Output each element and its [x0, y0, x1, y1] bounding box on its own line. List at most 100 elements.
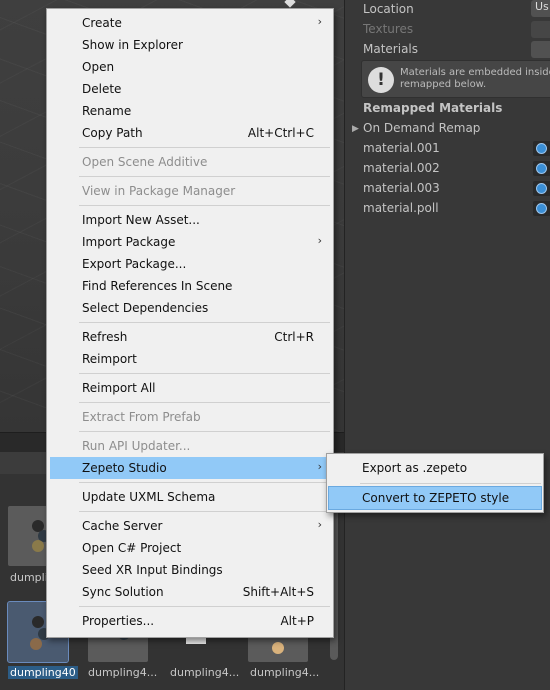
menu-item-label: Delete	[82, 82, 122, 96]
menu-separator	[79, 431, 330, 432]
menu-item-label: Run API Updater...	[82, 439, 191, 453]
menu-separator	[79, 147, 330, 148]
menu-item-label: Seed XR Input Bindings	[82, 563, 223, 577]
on-demand-remap-foldout[interactable]: On Demand Remap	[363, 121, 480, 135]
menu-item-convert-to-zepeto-style[interactable]: Convert to ZEPETO style	[328, 486, 542, 510]
menu-item-delete[interactable]: Delete	[50, 78, 330, 100]
context-menu: Create › Show in Explorer Open Delete Re…	[46, 8, 334, 638]
warning-icon: !	[368, 67, 394, 93]
chevron-right-icon: ›	[317, 234, 322, 247]
menu-item-update-uxml-schema[interactable]: Update UXML Schema	[50, 486, 330, 508]
menu-item-reimport[interactable]: Reimport	[50, 348, 330, 370]
menu-item-label: Open	[82, 60, 115, 74]
light-gizmo-icon[interactable]	[284, 0, 296, 8]
menu-item-label: Zepeto Studio	[82, 461, 167, 475]
textures-label: Textures	[363, 22, 414, 36]
menu-item-shortcut: Alt+Ctrl+C	[247, 126, 314, 140]
menu-item-label: Refresh	[82, 330, 128, 344]
zepeto-studio-submenu: Export as .zepeto Convert to ZEPETO styl…	[326, 453, 544, 513]
menu-item-label: Cache Server	[82, 519, 163, 533]
menu-item-label: Import Package	[82, 235, 176, 249]
menu-item-label: Create	[82, 16, 122, 30]
menu-item-reimport-all[interactable]: Reimport All	[50, 377, 330, 399]
menu-item-open[interactable]: Open	[50, 56, 330, 78]
menu-item-label: Export as .zepeto	[362, 461, 468, 475]
menu-item-find-references[interactable]: Find References In Scene	[50, 275, 330, 297]
menu-item-export-package[interactable]: Export Package...	[50, 253, 330, 275]
asset-label[interactable]: dumpling4...	[170, 666, 239, 679]
location-label: Location	[363, 2, 414, 16]
menu-item-select-dependencies[interactable]: Select Dependencies	[50, 297, 330, 319]
menu-item-create[interactable]: Create ›	[50, 12, 330, 34]
menu-item-run-api-updater: Run API Updater...	[50, 435, 330, 457]
menu-item-label: Export Package...	[82, 257, 187, 271]
menu-item-label: Open Scene Additive	[82, 155, 208, 169]
menu-separator	[79, 482, 330, 483]
menu-item-label: Sync Solution	[82, 585, 164, 599]
menu-item-label: Rename	[82, 104, 132, 118]
menu-item-label: Convert to ZEPETO style	[362, 491, 510, 505]
menu-item-label: Select Dependencies	[82, 301, 209, 315]
asset-label[interactable]: dumpling4...	[250, 666, 319, 679]
object-picker-icon[interactable]	[533, 181, 550, 196]
menu-item-open-csharp-project[interactable]: Open C# Project	[50, 537, 330, 559]
menu-item-export-as-zepeto[interactable]: Export as .zepeto	[329, 457, 541, 479]
remapped-materials-header: Remapped Materials	[363, 101, 503, 115]
info-text: Materials are embedded inside t remapped…	[400, 67, 550, 90]
chevron-right-icon: ›	[317, 518, 322, 531]
menu-item-import-new-asset[interactable]: Import New Asset...	[50, 209, 330, 231]
menu-separator	[79, 322, 330, 323]
chevron-right-icon: ›	[317, 15, 322, 28]
menu-separator	[79, 373, 330, 374]
menu-item-label: Properties...	[82, 614, 155, 628]
materials-label: Materials	[363, 42, 419, 56]
menu-item-shortcut: Shift+Alt+S	[242, 585, 314, 599]
asset-label[interactable]: dumpling4...	[88, 666, 157, 679]
menu-item-label: Find References In Scene	[82, 279, 233, 293]
textures-button[interactable]	[531, 21, 550, 38]
menu-item-import-package[interactable]: Import Package ›	[50, 231, 330, 253]
menu-separator	[79, 176, 330, 177]
menu-item-zepeto-studio[interactable]: Zepeto Studio ›	[50, 457, 330, 479]
menu-item-label: Copy Path	[82, 126, 143, 140]
triangle-right-icon[interactable]: ▶	[352, 124, 359, 134]
menu-item-shortcut: Alt+P	[280, 614, 314, 628]
sphere-icon	[32, 616, 44, 628]
chevron-right-icon: ›	[317, 460, 322, 473]
menu-item-shortcut: Ctrl+R	[274, 330, 314, 344]
menu-item-label: Show in Explorer	[82, 38, 183, 52]
menu-item-copy-path[interactable]: Copy Path Alt+Ctrl+C	[50, 122, 330, 144]
menu-item-cache-server[interactable]: Cache Server ›	[50, 515, 330, 537]
sphere-icon	[272, 642, 284, 654]
menu-item-label: Extract From Prefab	[82, 410, 201, 424]
menu-item-label: Reimport All	[82, 381, 156, 395]
menu-item-seed-xr-input-bindings[interactable]: Seed XR Input Bindings	[50, 559, 330, 581]
menu-item-show-in-explorer[interactable]: Show in Explorer	[50, 34, 330, 56]
menu-separator	[79, 511, 330, 512]
menu-item-label: View in Package Manager	[82, 184, 236, 198]
object-picker-icon[interactable]	[533, 161, 550, 176]
object-picker-icon[interactable]	[533, 141, 550, 156]
menu-separator	[79, 606, 330, 607]
asset-label-selected[interactable]: dumpling40	[8, 666, 78, 679]
material-label: material.poll	[363, 201, 439, 215]
menu-item-label: Update UXML Schema	[82, 490, 216, 504]
menu-item-label: Reimport	[82, 352, 137, 366]
menu-item-open-scene-additive: Open Scene Additive	[50, 151, 330, 173]
menu-item-label: Import New Asset...	[82, 213, 200, 227]
menu-item-rename[interactable]: Rename	[50, 100, 330, 122]
location-dropdown[interactable]: Us	[531, 0, 550, 17]
materials-dropdown[interactable]	[531, 41, 550, 58]
materials-info-box: ! Materials are embedded inside t remapp…	[361, 60, 550, 98]
object-picker-icon[interactable]	[533, 201, 550, 216]
menu-separator	[360, 483, 541, 484]
menu-item-view-in-package-manager: View in Package Manager	[50, 180, 330, 202]
menu-item-label: Open C# Project	[82, 541, 182, 555]
material-label: material.003	[363, 181, 440, 195]
material-label: material.001	[363, 141, 440, 155]
menu-item-refresh[interactable]: Refresh Ctrl+R	[50, 326, 330, 348]
sphere-icon	[32, 540, 44, 552]
inspector-panel: Location Us Textures Materials ! Materia…	[344, 0, 550, 690]
menu-item-properties[interactable]: Properties... Alt+P	[50, 610, 330, 632]
menu-item-sync-solution[interactable]: Sync Solution Shift+Alt+S	[50, 581, 330, 603]
